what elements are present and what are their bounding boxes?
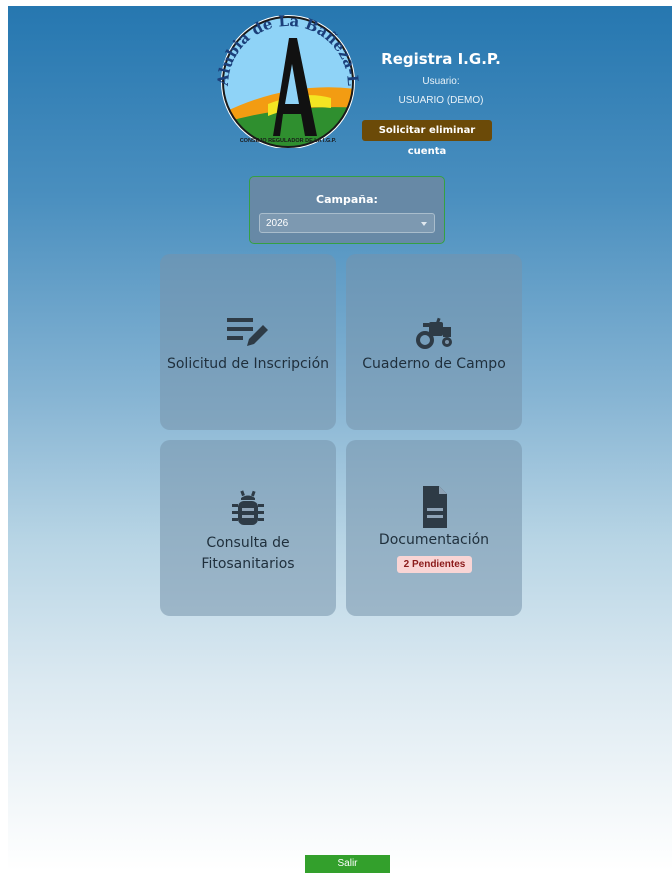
tile-label: Documentación <box>378 532 490 548</box>
tile-documentacion[interactable]: Documentación 2 Pendientes <box>346 440 522 616</box>
edit-list-icon <box>227 318 268 346</box>
pending-badge: 2 Pendientes <box>397 556 472 573</box>
campaign-panel: Campaña: 2026 <box>249 176 445 244</box>
tractor-icon <box>416 317 452 349</box>
logo-subtext: CONSEJO REGULADOR DE LA I.G.P. <box>240 138 337 144</box>
tile-label: Solicitud de Inscripción <box>166 356 330 372</box>
delete-account-button[interactable]: Solicitar eliminar cuenta <box>362 120 492 157</box>
campaign-select[interactable]: 2026 <box>259 213 435 233</box>
brand-block: Registra I.G.P. Usuario: USUARIO (DEMO) <box>366 50 516 106</box>
user-name: USUARIO (DEMO) <box>398 95 484 106</box>
tile-label-line1: Consulta de <box>206 535 290 551</box>
app-title: Registra I.G.P. <box>381 50 501 68</box>
user-label: Usuario: <box>422 76 460 87</box>
igp-logo: Alubia de La Bañeza-León CONSEJO REGULAD… <box>213 8 362 148</box>
campaign-label: Campaña: <box>316 193 378 206</box>
app-background: Alubia de La Bañeza-León CONSEJO REGULAD… <box>8 6 672 873</box>
exit-button[interactable]: Salir <box>305 855 390 873</box>
tile-cuaderno-campo[interactable]: Cuaderno de Campo <box>346 254 522 430</box>
bug-icon <box>232 490 264 525</box>
tile-consulta-fitosanitarios[interactable]: Consulta de Fitosanitarios <box>160 440 336 616</box>
chevron-down-icon <box>421 222 427 226</box>
tile-label: Cuaderno de Campo <box>362 356 506 372</box>
tile-label-line2: Fitosanitarios <box>201 556 295 572</box>
campaign-selected-value: 2026 <box>266 218 289 229</box>
tile-solicitud-inscripcion[interactable]: Solicitud de Inscripción <box>160 254 336 430</box>
document-icon <box>423 486 447 528</box>
